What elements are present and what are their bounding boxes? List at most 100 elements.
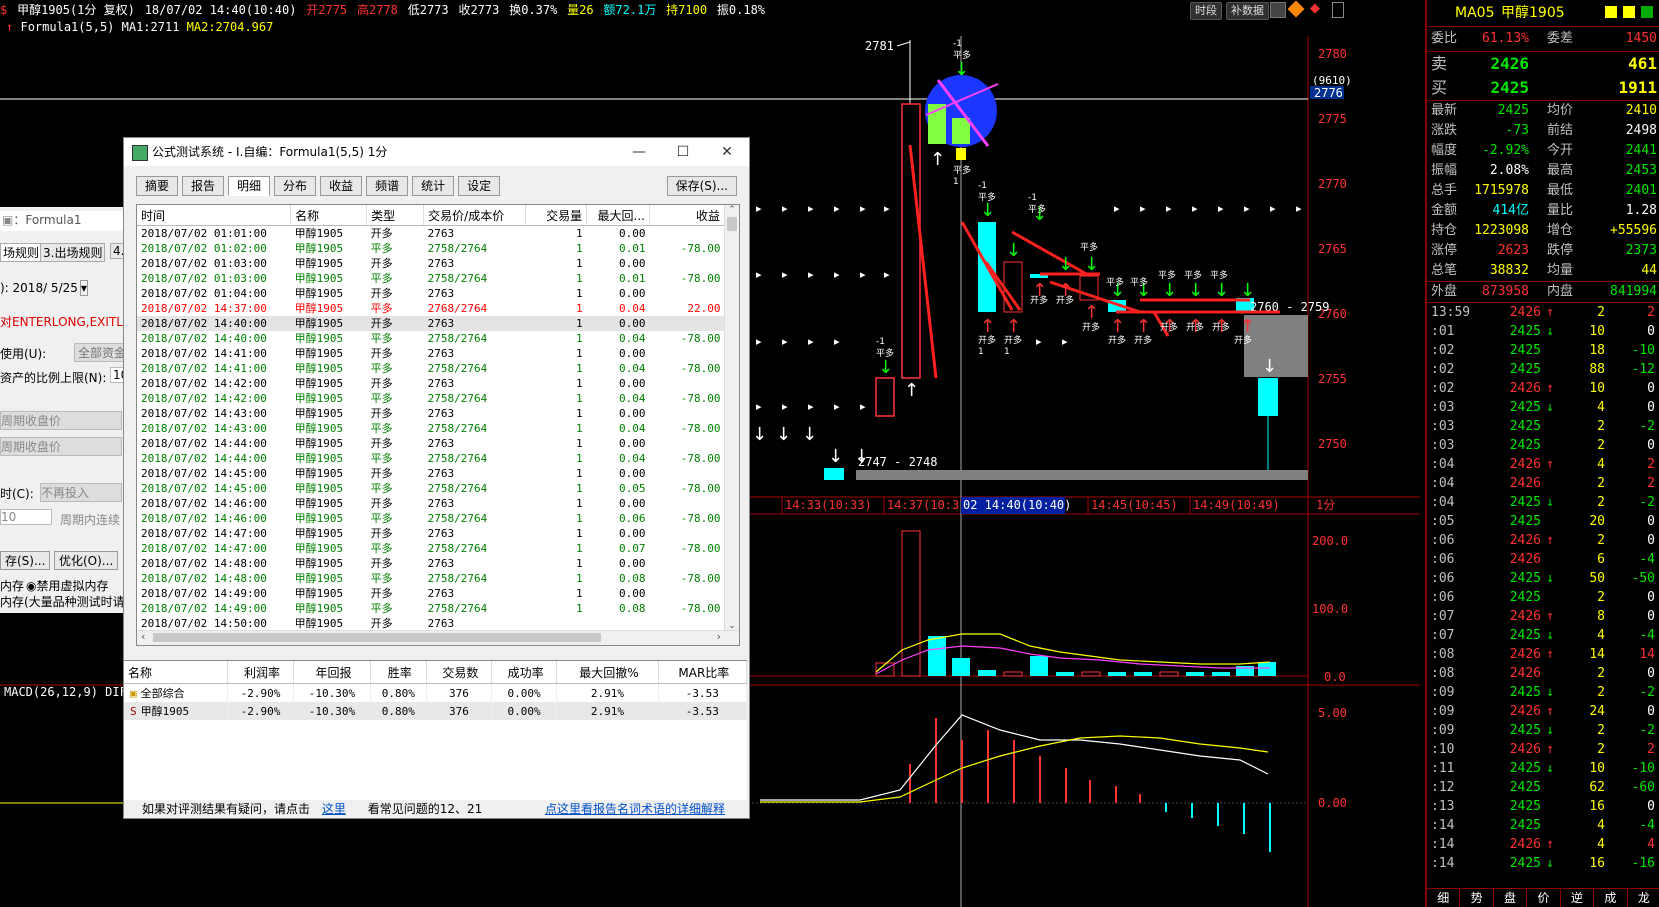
optimize-button[interactable]: 优化(O)... [54, 551, 119, 570]
tick-row[interactable]: 13:59 2426 ↑ 2 2 [1427, 303, 1659, 322]
tick-row[interactable]: :06 2425 2 0 [1427, 588, 1659, 607]
tick-row[interactable]: :09 2426 ↑ 24 0 [1427, 702, 1659, 721]
summary-header[interactable]: 最大回撤% [556, 661, 659, 684]
tick-row[interactable]: :09 2425 ↓ 2 -2 [1427, 721, 1659, 740]
tick-row[interactable]: :11 2425 ↓ 10 -10 [1427, 759, 1659, 778]
column-header[interactable]: 收益 [649, 205, 726, 226]
tick-row[interactable]: :14 2426 ↑ 4 4 [1427, 835, 1659, 854]
pin-icon[interactable] [1623, 6, 1635, 18]
table-row[interactable]: 2018/07/02 14:40:00 甲醇1905 平多 2758/2764 1 0.0… [137, 331, 725, 346]
table-row[interactable]: 2018/07/02 14:37:00 甲醇1905 平多 2768/2764 1 0.0… [137, 301, 725, 316]
tab-5[interactable]: 频谱 [366, 176, 409, 196]
menu-icon[interactable]: $ [0, 3, 7, 17]
table-row[interactable]: 2018/07/02 01:01:00 甲醇1905 开多 2763 1 0.00 [137, 226, 725, 242]
tick-row[interactable]: :04 2426 2 2 [1427, 474, 1659, 493]
table-row[interactable]: 2018/07/02 01:02:00 甲醇1905 平多 2758/2764 1 0.0… [137, 241, 725, 256]
table-row[interactable]: 2018/07/02 14:43:00 甲醇1905 开多 2763 1 0.00 [137, 406, 725, 421]
tick-row[interactable]: :09 2425 ↓ 2 -2 [1427, 683, 1659, 702]
table-row[interactable]: 2018/07/02 14:49:00 甲醇1905 平多 2758/2764 1 0.0… [137, 601, 725, 616]
tick-row[interactable]: :10 2426 ↑ 2 2 [1427, 740, 1659, 759]
column-header[interactable]: 类型 [366, 205, 425, 226]
tick-row[interactable]: :05 2425 20 0 [1427, 512, 1659, 531]
record-icon[interactable]: ◆ [1310, 2, 1324, 16]
panel-tab[interactable]: 成 [1594, 889, 1628, 907]
n-input[interactable]: 10 [0, 509, 52, 525]
fill-data-button[interactable]: 补数据 [1226, 2, 1269, 20]
tab-7[interactable]: 设定 [458, 176, 501, 196]
price-select-1[interactable]: 周期收盘价 [0, 411, 122, 430]
price-select-2[interactable]: 周期收盘价 [0, 437, 122, 456]
close-icon[interactable]: ✕ [705, 138, 749, 166]
tick-row[interactable]: :14 2425 ↓ 16 -16 [1427, 854, 1659, 873]
time-period-button[interactable]: 时段 [1190, 2, 1222, 20]
tick-row[interactable]: :03 2425 2 0 [1427, 436, 1659, 455]
mem-option-1[interactable]: 内存 [0, 577, 24, 594]
tab-1[interactable]: 报告 [182, 176, 225, 196]
save-report-button[interactable]: 保存(S)... [666, 176, 737, 196]
table-row[interactable]: 2018/07/02 14:49:00 甲醇1905 开多 2763 1 0.00 [137, 586, 725, 601]
summary-header[interactable]: MAR比率 [658, 661, 748, 684]
scroll-up-icon[interactable]: ⌃ [725, 205, 739, 215]
summary-header[interactable]: 成功率 [491, 661, 558, 684]
table-row[interactable]: 2018/07/02 01:04:00 甲醇1905 开多 2763 1 0.00 [137, 286, 725, 301]
scroll-left-icon[interactable]: ‹ [141, 630, 145, 643]
tick-row[interactable]: :13 2425 16 0 [1427, 797, 1659, 816]
panel-tab[interactable]: 细 [1427, 889, 1461, 907]
table-row[interactable]: 2018/07/02 14:45:00 甲醇1905 平多 2758/2764 1 0.0… [137, 481, 725, 496]
table-row[interactable]: 2018/07/02 14:46:00 甲醇1905 开多 2763 1 0.00 [137, 496, 725, 511]
table-row[interactable]: 2018/07/02 14:46:00 甲醇1905 平多 2758/2764 1 0.0… [137, 511, 725, 526]
tick-row[interactable]: :02 2426 ↑ 10 0 [1427, 379, 1659, 398]
panel-tab[interactable]: 势 [1460, 889, 1494, 907]
scroll-right-icon[interactable]: › [717, 630, 721, 643]
help-link[interactable]: 这里 [322, 802, 346, 816]
tick-row[interactable]: :06 2426 6 -4 [1427, 550, 1659, 569]
table-row[interactable]: 2018/07/02 14:41:00 甲醇1905 开多 2763 1 0.00 [137, 346, 725, 361]
panel-tab[interactable]: 盘 [1494, 889, 1528, 907]
panel-tab[interactable]: 逆 [1561, 889, 1595, 907]
table-row[interactable]: 2018/07/02 14:44:00 甲醇1905 开多 2763 1 0.00 [137, 436, 725, 451]
table-row[interactable]: 2018/07/02 14:48:00 甲醇1905 开多 2763 1 0.00 [137, 556, 725, 571]
save-button[interactable]: 存(S)... [0, 551, 51, 570]
tick-row[interactable]: :04 2426 ↑ 4 2 [1427, 455, 1659, 474]
summary-grid[interactable]: 名称 利润率 年回报 胜率 交易数 成功率 最大回撤% MAR比率 ▣ 全部综合 -2.90% -1… [124, 660, 748, 801]
table-row[interactable]: 2018/07/02 01:03:00 甲醇1905 开多 2763 1 0.00 [137, 256, 725, 271]
table-row[interactable]: 2018/07/02 14:47:00 甲醇1905 开多 2763 1 0.00 [137, 526, 725, 541]
table-row[interactable]: 2018/07/02 14:44:00 甲醇1905 平多 2758/2764 1 0.0… [137, 451, 725, 466]
start-date-field[interactable]: ): 2018/ 5/25 ▾ [0, 280, 88, 296]
table-row[interactable]: 2018/07/02 14:45:00 甲醇1905 开多 2763 1 0.00 [137, 466, 725, 481]
expand-icon[interactable] [1641, 6, 1653, 18]
tick-row[interactable]: :14 2425 4 -4 [1427, 816, 1659, 835]
table-row[interactable]: 2018/07/02 14:40:00 甲醇1905 开多 2763 1 0.00 [137, 316, 725, 331]
tick-row[interactable]: :06 2425 ↓ 50 -50 [1427, 569, 1659, 588]
gear-icon[interactable] [1270, 2, 1286, 18]
tab-0[interactable]: 摘要 [136, 176, 179, 196]
table-row[interactable]: 2018/07/02 14:43:00 甲醇1905 平多 2758/2764 1 0.0… [137, 421, 725, 436]
tab-entry-rules[interactable]: 场规则 [0, 243, 43, 262]
table-row[interactable]: 2018/07/02 14:50:00 甲醇1905 开多 2763 [137, 616, 725, 631]
table-row[interactable]: 2018/07/02 14:41:00 甲醇1905 平多 2758/2764 1 0.0… [137, 361, 725, 376]
tick-row[interactable]: :12 2425 62 -60 [1427, 778, 1659, 797]
vertical-scrollbar[interactable]: ⌃ ⌄ [724, 205, 739, 631]
column-header[interactable]: 时间 [137, 205, 292, 226]
table-row[interactable]: 2018/07/02 14:42:00 甲醇1905 平多 2758/2764 1 0.0… [137, 391, 725, 406]
tick-row[interactable]: :01 2425 ↓ 10 0 [1427, 322, 1659, 341]
tick-row[interactable]: :06 2426 ↑ 2 0 [1427, 531, 1659, 550]
disable-vmem-radio[interactable]: ◉禁用虚拟内存 [26, 577, 109, 594]
column-header[interactable]: 交易价/成本价 [423, 205, 527, 226]
tick-row[interactable]: :07 2425 ↓ 4 -4 [1427, 626, 1659, 645]
table-row[interactable]: 2018/07/02 14:48:00 甲醇1905 平多 2758/2764 1 0.0… [137, 571, 725, 586]
column-header[interactable]: 最大回... [586, 205, 650, 226]
tick-row[interactable]: :03 2425 ↓ 4 0 [1427, 398, 1659, 417]
column-header[interactable]: 名称 [290, 205, 368, 226]
maximize-icon[interactable]: ☐ [661, 138, 705, 166]
tick-list[interactable]: 13:59 2426 ↑ 2 2:01 2425 ↓ 10 0:02 2425 18 -10 :02 24… [1427, 303, 1659, 873]
summary-header[interactable]: 年回报 [293, 661, 371, 684]
tick-row[interactable]: :04 2425 ↓ 2 -2 [1427, 493, 1659, 512]
summary-row[interactable]: S 甲醇1905 -2.90% -10.30% 0.80% 376 0.00% 2.91% -3… [124, 702, 748, 720]
glossary-link[interactable]: 点这里看报告名词术语的详细解释 [545, 800, 725, 818]
tick-row[interactable]: :02 2425 18 -10 [1427, 341, 1659, 360]
trade-detail-grid[interactable]: 时间 名称 类型 交易价/成本价 交易量 最大回... 收益 2018/07/02 01:0… [136, 204, 740, 646]
time-select[interactable]: 不再投入 [40, 483, 122, 502]
tab-4[interactable]: 收益 [320, 176, 363, 196]
tab-6[interactable]: 统计 [412, 176, 455, 196]
